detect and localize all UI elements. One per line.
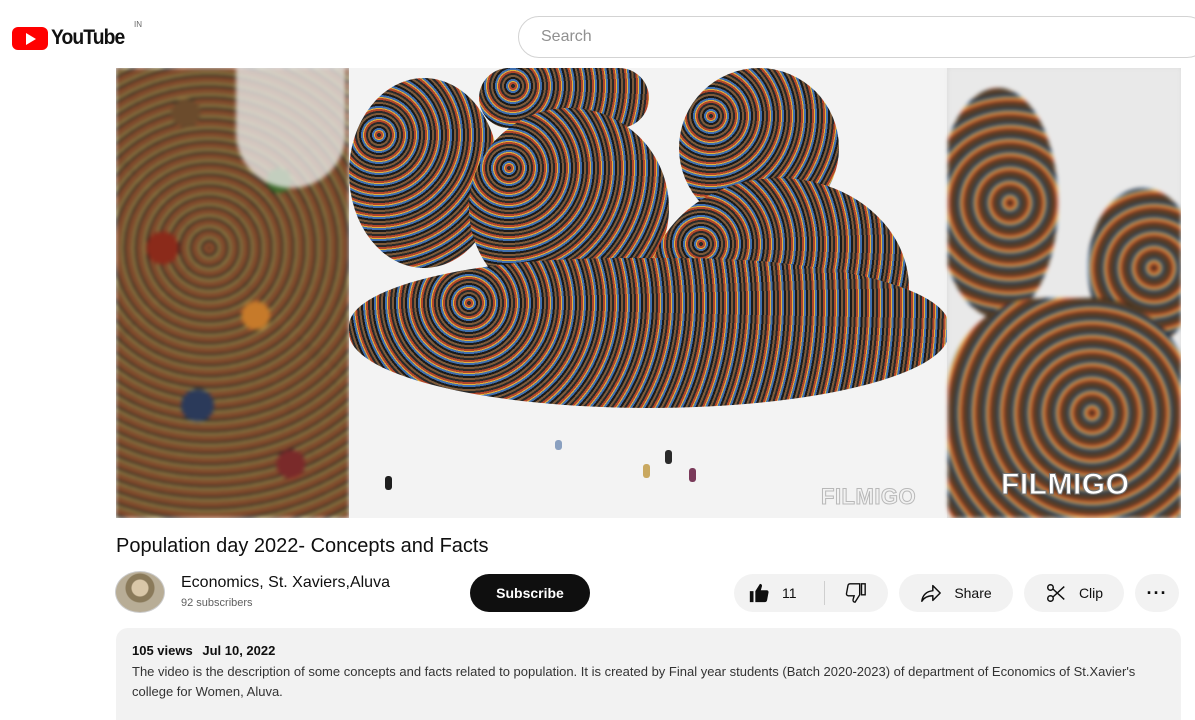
like-button[interactable]: 11 [734, 574, 824, 612]
person-figure [665, 450, 672, 464]
scissors-icon [1046, 584, 1065, 602]
person-figure [643, 464, 650, 478]
logo-text: YouTube [51, 26, 125, 49]
person-figure [555, 440, 562, 450]
channel-name[interactable]: Economics, St. Xaviers,Aluva [181, 574, 390, 592]
more-icon: ··· [1146, 582, 1168, 603]
watermark: FILMIGO [1000, 468, 1130, 502]
video-player[interactable]: FILMIGO FILMIGO [116, 68, 1181, 518]
person-figure [689, 468, 696, 482]
person-figure [385, 476, 392, 490]
video-meta: 105 views Jul 10, 2022 [132, 643, 1165, 658]
masthead: YouTube IN [0, 0, 1195, 68]
crowd-shape [349, 258, 947, 408]
share-button[interactable]: Share [899, 574, 1013, 612]
search-input[interactable] [541, 28, 1141, 46]
more-actions-button[interactable]: ··· [1135, 574, 1179, 612]
upload-date: Jul 10, 2022 [202, 643, 276, 658]
channel-avatar[interactable] [115, 571, 165, 613]
like-dislike-group: 11 [734, 574, 888, 612]
subscriber-count: 92 subscribers [181, 597, 253, 609]
subscribe-button[interactable]: Subscribe [470, 574, 590, 612]
video-frame-center [349, 68, 947, 518]
watermark: FILMIGO [820, 484, 917, 510]
thumbs-down-icon [845, 583, 866, 603]
description-box[interactable]: 105 views Jul 10, 2022 The video is the … [116, 628, 1181, 720]
dislike-button[interactable] [825, 574, 887, 612]
thumbs-up-icon [749, 583, 769, 603]
view-count: 105 views [132, 643, 193, 658]
youtube-logo[interactable]: YouTube [12, 26, 131, 50]
clip-label: Clip [1078, 585, 1104, 601]
share-arrow-icon [921, 584, 942, 602]
description-text: The video is the description of some con… [132, 664, 1136, 699]
clip-button[interactable]: Clip [1024, 574, 1124, 612]
crowd-shape [948, 88, 1058, 318]
like-count: 11 [782, 585, 797, 601]
region-label: IN [134, 20, 142, 29]
video-frame-right [948, 68, 1181, 518]
video-frame-left [116, 68, 349, 518]
video-title: Population day 2022- Concepts and Facts [116, 535, 489, 557]
share-label: Share [954, 585, 992, 601]
youtube-play-icon [12, 26, 48, 50]
search-box[interactable] [518, 16, 1195, 58]
